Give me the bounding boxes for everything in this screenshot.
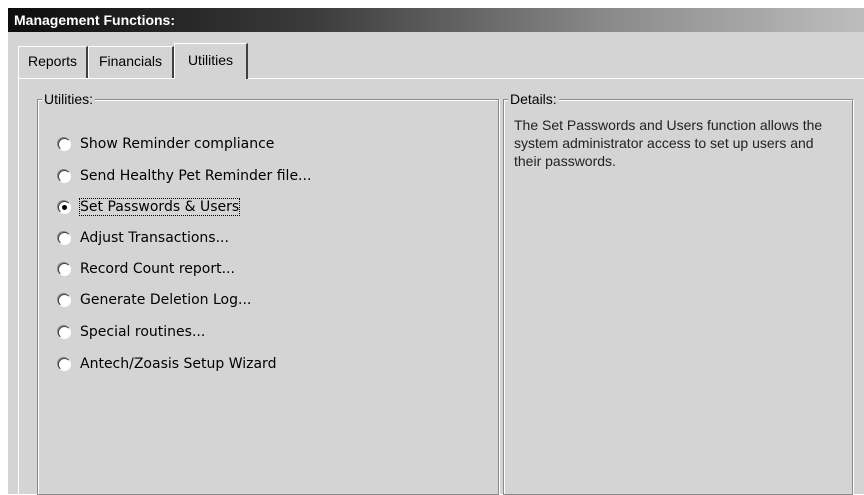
radio-button-icon[interactable]: [58, 169, 71, 183]
radio-set-passwords-users[interactable]: Set Passwords & Users: [58, 197, 241, 217]
radio-button-icon[interactable]: [58, 357, 71, 371]
management-functions-window: Management Functions: Reports Financials…: [8, 8, 864, 495]
radio-label: Special routines...: [80, 324, 206, 340]
radio-record-count-report[interactable]: Record Count report...: [58, 259, 235, 279]
utilities-group-label: Utilities:: [42, 91, 96, 107]
tab-panel-utilities: Utilities: Show Reminder compliance Send…: [18, 78, 864, 495]
utilities-groupbox: Utilities: Show Reminder compliance Send…: [37, 91, 499, 495]
radio-label: Set Passwords & Users: [78, 198, 241, 216]
radio-button-icon[interactable]: [58, 231, 71, 245]
radio-label: Adjust Transactions...: [80, 230, 229, 246]
radio-send-healthy-pet-reminder-file[interactable]: Send Healthy Pet Reminder file...: [58, 166, 311, 186]
radio-label: Antech/Zoasis Setup Wizard: [80, 356, 277, 372]
tab-financials[interactable]: Financials: [88, 46, 174, 78]
radio-special-routines[interactable]: Special routines...: [58, 322, 205, 342]
radio-generate-deletion-log[interactable]: Generate Deletion Log...: [58, 290, 251, 310]
radio-button-icon[interactable]: [58, 293, 71, 307]
radio-show-reminder-compliance[interactable]: Show Reminder compliance: [58, 134, 274, 154]
radio-button-checked-icon[interactable]: [58, 200, 71, 214]
radio-button-icon[interactable]: [58, 262, 71, 276]
tab-utilities[interactable]: Utilities: [174, 43, 248, 79]
tab-utilities-label: Utilities: [187, 52, 234, 68]
radio-label: Send Healthy Pet Reminder file...: [80, 168, 312, 184]
radio-antech-zoasis-setup-wizard[interactable]: Antech/Zoasis Setup Wizard: [58, 354, 276, 374]
radio-adjust-transactions[interactable]: Adjust Transactions...: [58, 228, 229, 248]
radio-button-icon[interactable]: [58, 325, 71, 339]
radio-label: Record Count report...: [80, 261, 235, 277]
radio-label: Generate Deletion Log...: [80, 292, 252, 308]
details-group-label: Details:: [508, 91, 559, 107]
details-description: The Set Passwords and Users function all…: [514, 117, 823, 169]
tab-reports[interactable]: Reports: [18, 46, 88, 78]
tab-financials-label: Financials: [98, 53, 163, 69]
radio-button-icon[interactable]: [58, 137, 71, 151]
window-title: Management Functions:: [8, 8, 864, 32]
radio-label: Show Reminder compliance: [80, 136, 275, 152]
tab-reports-label: Reports: [27, 53, 78, 69]
details-groupbox: Details: The Set Passwords and Users fun…: [503, 91, 853, 495]
